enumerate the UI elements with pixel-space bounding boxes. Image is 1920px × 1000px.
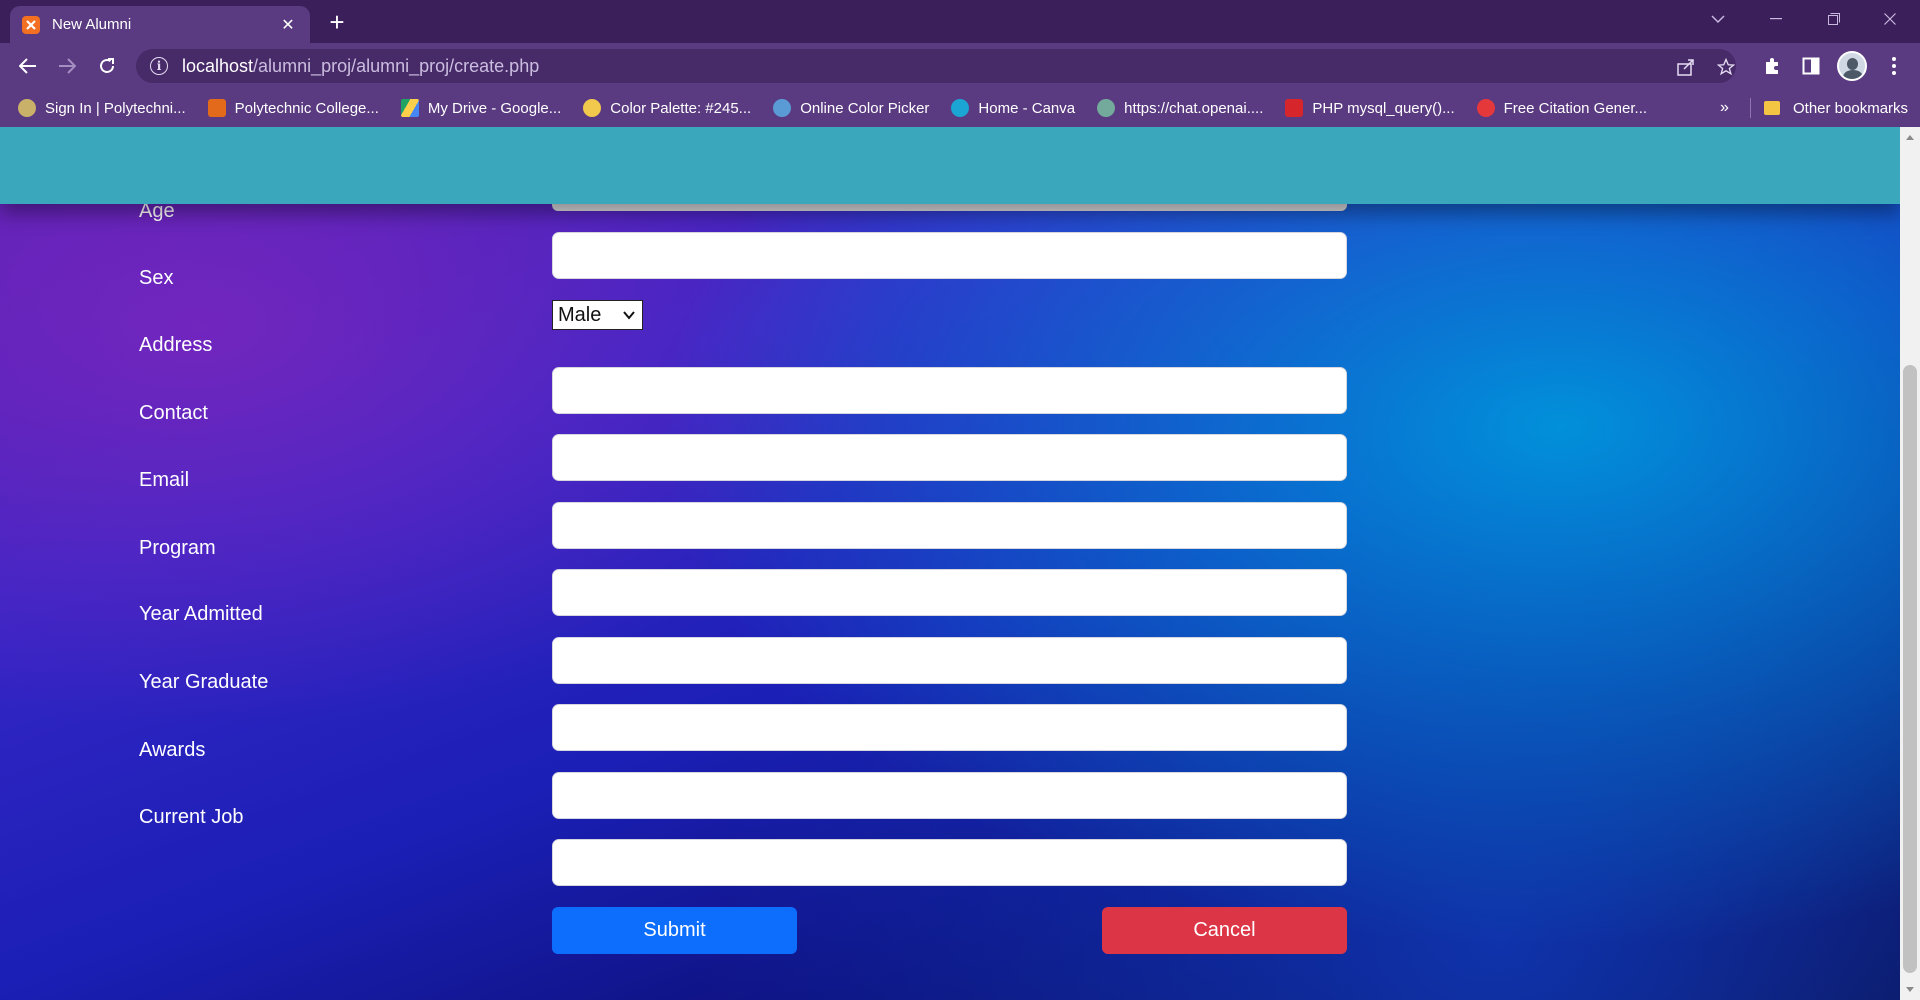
awards-label: Awards: [139, 739, 206, 761]
other-bookmarks-folder[interactable]: Other bookmarks: [1764, 89, 1908, 127]
bookmark-item[interactable]: Online Color Picker: [773, 99, 929, 117]
current-job-input[interactable]: [552, 839, 1347, 886]
page-viewport: Age Sex Male Address Contact Email Progr…: [0, 127, 1900, 1000]
bookmark-item[interactable]: Sign In | Polytechni...: [18, 99, 186, 117]
more-bookmarks-button[interactable]: »: [1720, 89, 1729, 127]
canva-icon: [951, 99, 970, 117]
palette-icon: [583, 99, 602, 117]
extensions-icon[interactable]: [1757, 51, 1787, 81]
bookmark-item[interactable]: Home - Canva: [951, 99, 1075, 117]
share-icon[interactable]: [1674, 55, 1698, 79]
age-input[interactable]: [552, 232, 1347, 279]
reload-button[interactable]: [92, 51, 122, 81]
other-bookmarks-label: Other bookmarks: [1793, 99, 1909, 117]
sex-selected-value: Male: [558, 303, 602, 326]
contact-label: Contact: [139, 402, 208, 424]
picker-icon: [773, 99, 792, 117]
cancel-button[interactable]: Cancel: [1102, 907, 1347, 954]
side-panel-icon[interactable]: [1796, 51, 1826, 81]
tab-title: New Alumni: [52, 16, 132, 33]
profile-avatar[interactable]: [1837, 51, 1867, 81]
browser-toolbar: i localhost/alumni_proj/alumni_proj/crea…: [0, 43, 1920, 89]
drive-icon: [400, 99, 419, 117]
address-input[interactable]: [552, 367, 1347, 414]
address-label: Address: [139, 334, 213, 356]
scroll-down-arrow-icon[interactable]: [1906, 987, 1914, 992]
contact-input[interactable]: [552, 434, 1347, 481]
bookmark-label: My Drive - Google...: [427, 99, 562, 117]
menu-kebab-icon[interactable]: [1879, 51, 1909, 81]
browser-titlebar: New Alumni ✕ +: [0, 0, 1920, 43]
bookmark-item[interactable]: Polytechnic College...: [207, 99, 379, 117]
bookmark-label: Home - Canva: [978, 99, 1076, 117]
college-icon: [207, 99, 226, 117]
scroll-up-arrow-icon[interactable]: [1906, 135, 1914, 140]
globe-icon: [18, 99, 36, 117]
bookmarks-bar: Sign In | Polytechni... Polytechnic Coll…: [0, 89, 1920, 127]
program-input[interactable]: [552, 569, 1347, 616]
submit-button[interactable]: Submit: [552, 907, 797, 954]
bookmark-label: Color Palette: #245...: [610, 99, 752, 117]
tab-search-icon[interactable]: [1690, 0, 1746, 38]
bookmark-label: Polytechnic College...: [234, 99, 379, 117]
email-input[interactable]: [552, 502, 1347, 549]
current-job-label: Current Job: [139, 806, 244, 828]
year-admitted-label: Year Admitted: [139, 603, 263, 625]
chevron-down-icon: [623, 311, 635, 320]
minimize-icon[interactable]: [1748, 0, 1804, 38]
bookmark-item[interactable]: Free Citation Gener...: [1476, 99, 1648, 117]
browser-tab[interactable]: New Alumni ✕: [10, 6, 310, 43]
url-path: /alumni_proj/alumni_proj/create.php: [253, 55, 540, 76]
awards-input[interactable]: [552, 772, 1347, 819]
email-label: Email: [139, 469, 190, 491]
forward-button[interactable]: [52, 51, 82, 81]
year-graduate-label: Year Graduate: [139, 671, 269, 693]
close-icon[interactable]: ✕: [278, 15, 298, 35]
bookmark-star-icon[interactable]: [1714, 55, 1738, 79]
sex-select[interactable]: Male: [552, 300, 643, 330]
year-admitted-input[interactable]: [552, 637, 1347, 684]
year-graduate-input[interactable]: [552, 704, 1347, 751]
site-info-icon[interactable]: i: [150, 57, 168, 75]
program-label: Program: [139, 537, 216, 559]
bookmark-label: Sign In | Polytechni...: [45, 99, 186, 117]
citation-icon: [1476, 99, 1495, 117]
url-text: localhost/alumni_proj/alumni_proj/create…: [182, 56, 539, 77]
sex-label: Sex: [139, 267, 174, 289]
openai-icon: [1097, 99, 1116, 117]
restore-icon[interactable]: [1806, 0, 1862, 38]
bookmark-label: https://chat.openai....: [1124, 99, 1264, 117]
site-header: [0, 127, 1900, 204]
folder-icon: [1764, 101, 1780, 115]
bookmark-item[interactable]: Color Palette: #245...: [583, 99, 751, 117]
bookmark-item[interactable]: https://chat.openai....: [1097, 99, 1263, 117]
bookmark-label: Online Color Picker: [800, 99, 930, 117]
url-host: localhost: [182, 55, 254, 76]
window-close-icon[interactable]: [1862, 0, 1918, 38]
bookmark-label: PHP mysql_query()...: [1312, 99, 1455, 117]
back-button[interactable]: [13, 51, 43, 81]
page-scrollbar[interactable]: [1900, 127, 1920, 1000]
bookmark-item[interactable]: My Drive - Google...: [400, 99, 562, 117]
bookmarks-divider: [1750, 98, 1751, 118]
address-bar[interactable]: i localhost/alumni_proj/alumni_proj/crea…: [136, 49, 1736, 83]
xampp-icon: [22, 15, 40, 34]
bookmark-label: Free Citation Gener...: [1503, 99, 1648, 117]
php-icon: [1285, 99, 1304, 117]
bookmark-item[interactable]: PHP mysql_query()...: [1285, 99, 1455, 117]
new-tab-button[interactable]: +: [322, 7, 352, 37]
scrollbar-thumb[interactable]: [1903, 365, 1917, 973]
